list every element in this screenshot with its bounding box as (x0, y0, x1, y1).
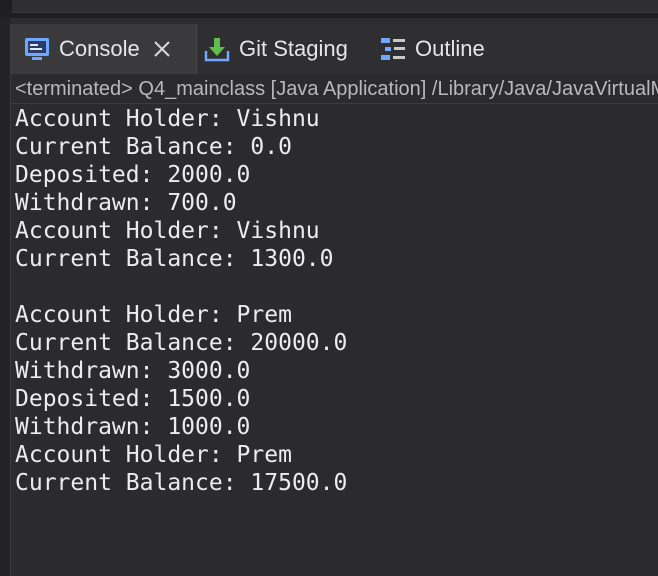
left-gutter (0, 18, 10, 576)
console-line: Current Balance: 20000.0 (15, 330, 348, 356)
git-staging-icon (203, 35, 231, 63)
console-line: Account Holder: Prem (15, 442, 292, 468)
close-icon[interactable] (152, 39, 172, 59)
outline-icon (379, 35, 407, 63)
console-view: Console Git Staging Outline <terminated>… (10, 24, 658, 576)
tab-outline[interactable]: Outline (379, 24, 485, 74)
console-line: Account Holder: Prem (15, 302, 292, 328)
tab-console-label: Console (59, 36, 140, 61)
console-line: Withdrawn: 1000.0 (15, 414, 251, 440)
console-line: Current Balance: 17500.0 (15, 470, 348, 496)
process-description: <terminated> Q4_mainclass [Java Applicat… (11, 74, 658, 104)
console-line: Current Balance: 0.0 (15, 134, 292, 160)
tab-outline-label: Outline (415, 36, 485, 61)
console-line: Account Holder: Vishnu (15, 218, 320, 244)
console-line: Deposited: 2000.0 (15, 162, 251, 188)
console-line: Deposited: 1500.0 (15, 386, 251, 412)
tab-git-staging[interactable]: Git Staging (203, 24, 348, 74)
tab-console[interactable]: Console (11, 24, 197, 74)
view-tab-bar: Console Git Staging Outline (11, 24, 658, 75)
console-icon (23, 35, 51, 63)
editor-area-bottom (12, 0, 658, 13)
editor-area-edge (0, 0, 658, 18)
console-line: Withdrawn: 3000.0 (15, 358, 251, 384)
console-window: Console Git Staging Outline <terminated>… (0, 0, 658, 576)
console-line: Withdrawn: 700.0 (15, 190, 237, 216)
console-line: Account Holder: Vishnu (15, 106, 320, 132)
tab-git-staging-label: Git Staging (239, 36, 348, 61)
console-line: Current Balance: 1300.0 (15, 246, 334, 272)
console-output[interactable]: Account Holder: Vishnu Current Balance: 0… (11, 105, 658, 576)
